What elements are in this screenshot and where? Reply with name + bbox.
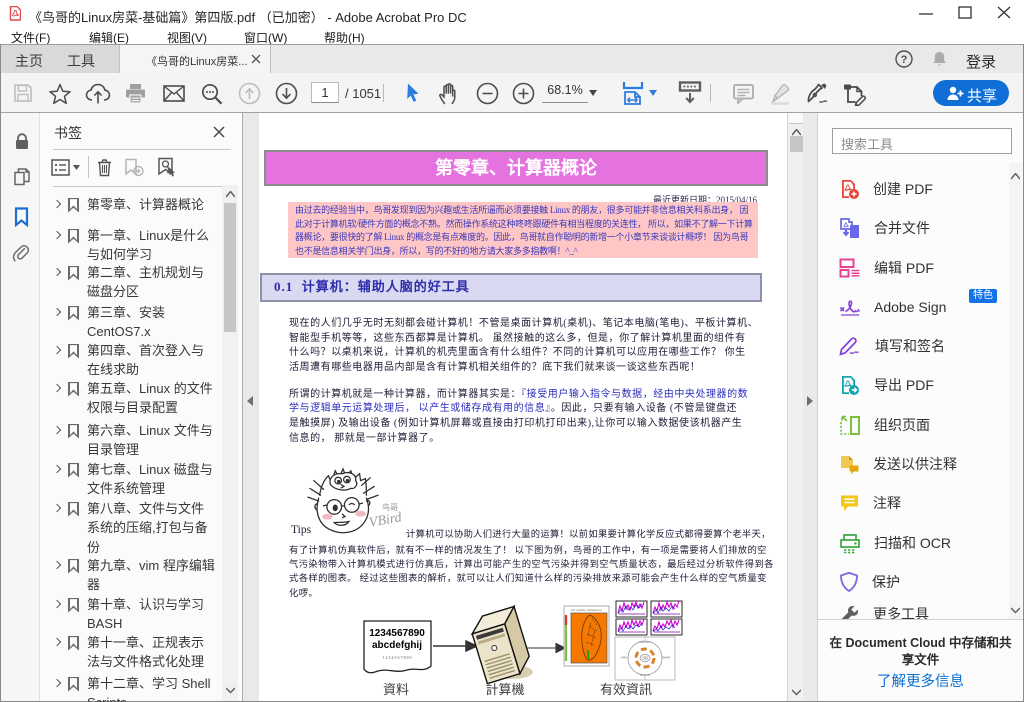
svg-text:analysis: analysis (640, 673, 651, 677)
svg-text:計算機: 計算機 (485, 682, 524, 697)
svg-text:emission: emission (639, 640, 651, 644)
svg-text:有效資訊: 有效資訊 (600, 682, 652, 697)
svg-text:1 2 3 4 5 6 7 8 9 0: 1 2 3 4 5 6 7 8 9 0 (383, 655, 412, 660)
svg-text:資料: 資料 (383, 682, 409, 697)
svg-text:1234567890: 1234567890 (369, 628, 425, 639)
svg-text:data: data (621, 655, 627, 659)
svg-text:?: ? (901, 54, 908, 66)
svg-text:Air quality simulation: Air quality simulation (571, 608, 602, 612)
svg-text:abcdefghij: abcdefghij (372, 640, 422, 651)
svg-text:CRF: CRF (642, 657, 649, 661)
svg-text:model: model (662, 655, 670, 659)
